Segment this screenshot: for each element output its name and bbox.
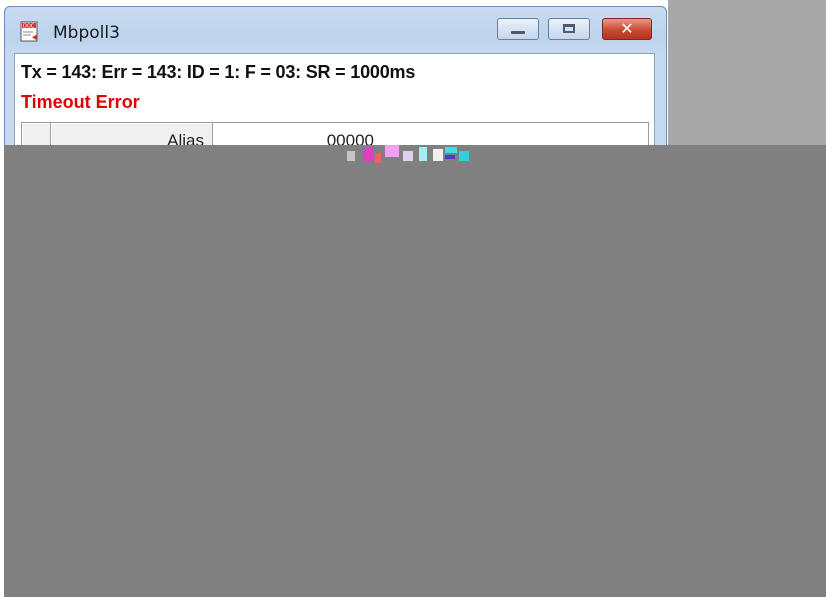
document-icon[interactable]: DOC — [19, 21, 41, 43]
svg-text:DOC: DOC — [23, 24, 35, 30]
redaction-overlay — [4, 145, 826, 597]
close-button[interactable]: ✕ — [602, 18, 652, 40]
glitch-artifacts — [345, 145, 490, 167]
minimize-icon — [511, 31, 525, 34]
close-icon: ✕ — [620, 19, 634, 38]
maximize-button[interactable] — [548, 18, 590, 40]
status-line: Tx = 143: Err = 143: ID = 1: F = 03: SR … — [21, 62, 416, 82]
desktop-background — [668, 0, 826, 145]
mbpoll-window[interactable]: DOC Mbpoll3 ✕ Tx = 143: Err = 143: ID = … — [4, 6, 667, 168]
minimize-button[interactable] — [497, 18, 539, 40]
title-bar[interactable]: DOC Mbpoll3 ✕ — [5, 7, 666, 53]
maximize-icon — [563, 24, 575, 33]
error-message: Timeout Error — [21, 92, 140, 112]
window-title: Mbpoll3 — [53, 23, 120, 43]
